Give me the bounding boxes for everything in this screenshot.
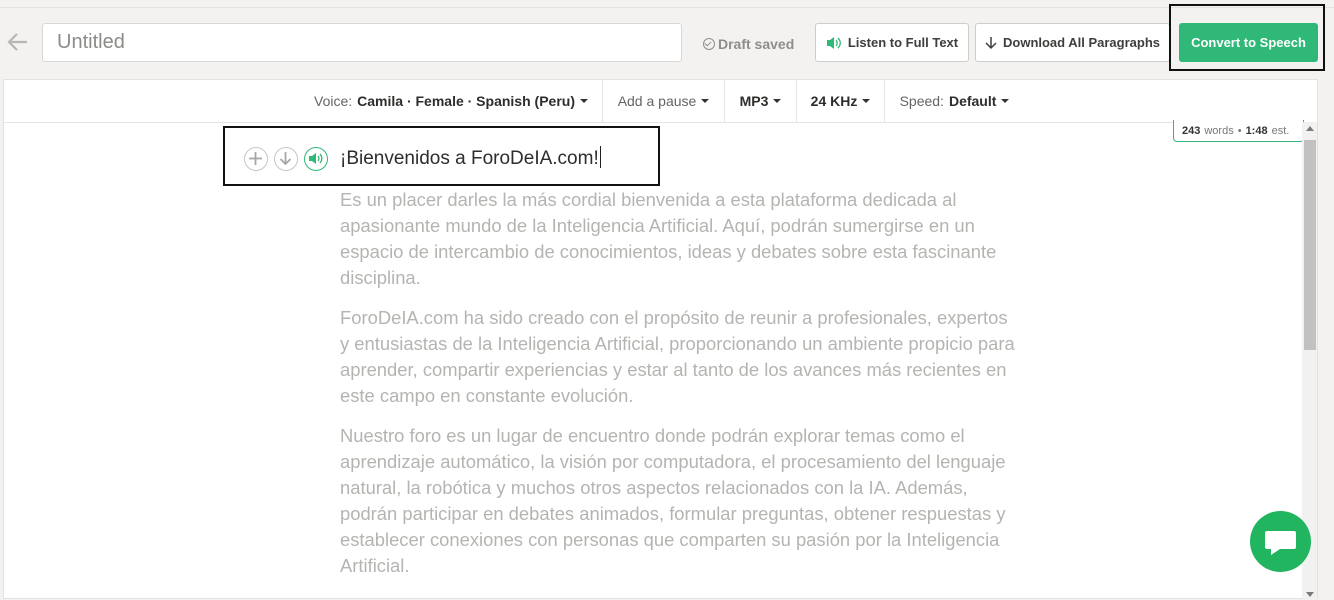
caret-down-icon: [862, 99, 871, 103]
paragraph-3[interactable]: Nuestro foro es un lugar de encuentro do…: [340, 423, 1020, 579]
chat-bubble-icon: [1265, 531, 1296, 555]
scroll-up-icon[interactable]: [1306, 126, 1314, 131]
paragraph-1[interactable]: Es un placer darles la más cordial bienv…: [340, 187, 1020, 291]
scrollbar-thumb[interactable]: [1304, 140, 1316, 350]
word-count: 243: [1182, 124, 1201, 137]
caret-down-icon: [773, 99, 782, 103]
format-value: MP3: [739, 93, 769, 109]
voice-toolbar: Voice: Camila · Female · Spanish (Peru) …: [4, 80, 1317, 123]
download-label: Download All Paragraphs: [1003, 35, 1160, 50]
draft-status-label: Draft saved: [718, 36, 795, 52]
paragraph-2[interactable]: ForoDeIA.com ha sido creado con el propó…: [340, 305, 1020, 409]
caret-down-icon: [579, 99, 588, 103]
download-arrow-icon: [985, 36, 997, 49]
duration-label: est.: [1271, 124, 1290, 137]
pause-label: Add a pause: [617, 93, 697, 109]
check-circle-icon: [703, 38, 715, 50]
top-strip: [0, 0, 1334, 8]
word-count-badge: 243 words • 1:48 est.: [1173, 120, 1304, 142]
listen-full-text-button[interactable]: Listen to Full Text: [815, 23, 969, 62]
voice-value: Camila · Female · Spanish (Peru): [357, 93, 575, 109]
speed-dropdown[interactable]: Speed: Default: [884, 80, 1024, 122]
download-all-button[interactable]: Download All Paragraphs: [975, 23, 1170, 62]
draft-status: Draft saved: [703, 36, 794, 52]
voice-selector[interactable]: Voice: Camila · Female · Spanish (Peru): [300, 80, 602, 122]
speed-value: Default: [948, 93, 997, 109]
word-count-label: words: [1204, 124, 1234, 137]
speaker-icon: [826, 36, 841, 49]
duration: 1:48: [1245, 124, 1268, 137]
add-pause-dropdown[interactable]: Add a pause: [602, 80, 724, 122]
back-arrow-icon[interactable]: [6, 30, 30, 56]
sample-rate-value: 24 KHz: [810, 93, 858, 109]
stats-separator: •: [1237, 124, 1242, 137]
format-dropdown[interactable]: MP3: [724, 80, 796, 122]
chat-button[interactable]: [1250, 511, 1311, 572]
editor-panel: Voice: Camila · Female · Spanish (Peru) …: [3, 79, 1318, 600]
caret-down-icon: [1001, 99, 1010, 103]
title-input[interactable]: [42, 23, 682, 62]
speed-label: Speed:: [899, 93, 944, 109]
highlight-box: [223, 126, 660, 186]
listen-label: Listen to Full Text: [847, 35, 959, 50]
caret-down-icon: [701, 99, 710, 103]
highlight-box: [1169, 4, 1325, 71]
voice-label: Voice:: [314, 93, 353, 109]
scroll-down-icon[interactable]: [1306, 592, 1314, 597]
sample-rate-dropdown[interactable]: 24 KHz: [796, 80, 884, 122]
